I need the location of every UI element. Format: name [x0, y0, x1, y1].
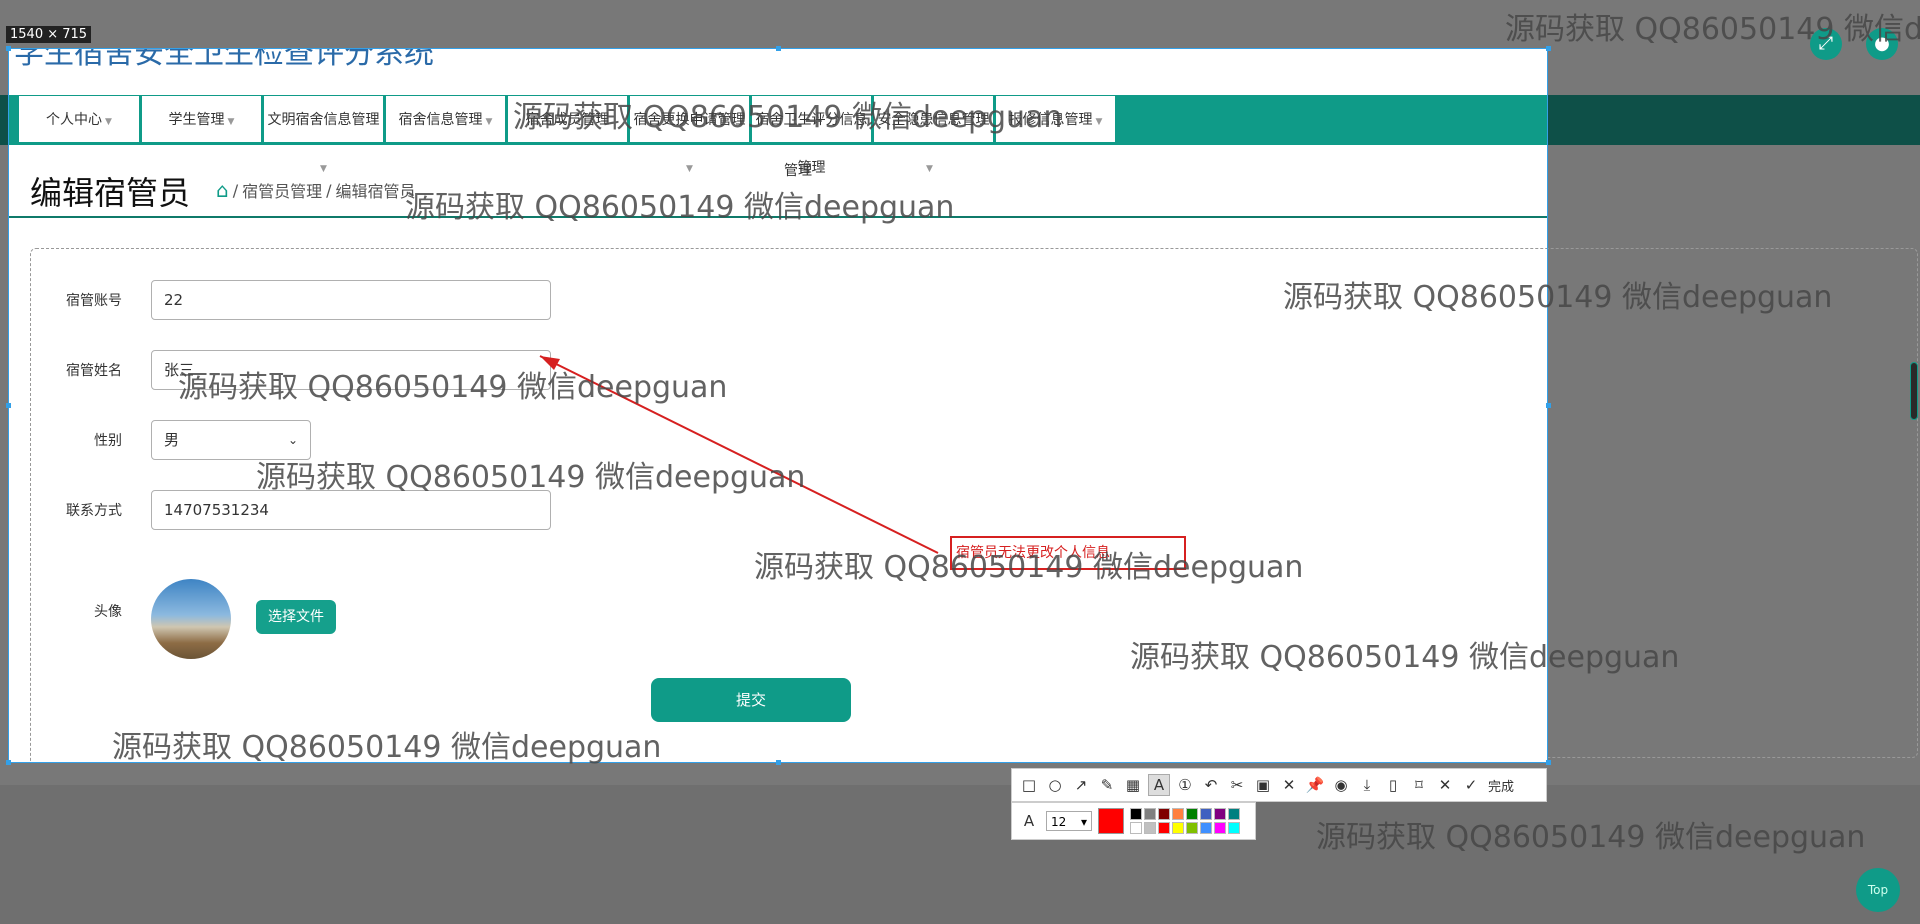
- font-icon: A: [1023, 812, 1035, 830]
- font-size-value: 12: [1051, 815, 1067, 829]
- check-icon[interactable]: ✓: [1460, 774, 1482, 796]
- number-marker-icon[interactable]: ①: [1174, 774, 1196, 796]
- color-swatch[interactable]: [1228, 822, 1240, 834]
- watermark: 源码获取 QQ86050149 微信deepguan: [112, 730, 662, 765]
- watermark: 源码获取 QQ86050149 微信deepguan: [1505, 12, 1920, 47]
- phone-icon[interactable]: ▯: [1382, 774, 1404, 796]
- text-style-toolbar: A 12 ▾: [1011, 802, 1256, 840]
- back-to-top-button[interactable]: Top: [1856, 868, 1900, 912]
- download-icon[interactable]: ⤓: [1356, 774, 1378, 796]
- watermark: 源码获取 QQ86050149 微信deepguan: [1316, 820, 1866, 855]
- undo-icon[interactable]: ↶: [1200, 774, 1222, 796]
- color-palette: [1130, 808, 1240, 834]
- resize-handle[interactable]: [6, 46, 11, 51]
- color-swatch[interactable]: [1158, 822, 1170, 834]
- pin-icon[interactable]: 📌: [1304, 774, 1326, 796]
- ocr-icon[interactable]: ▣: [1252, 774, 1274, 796]
- font-size-select[interactable]: 12 ▾: [1046, 811, 1092, 831]
- resize-handle[interactable]: [6, 760, 11, 765]
- watermark: 源码获取 QQ86050149 微信deepguan: [1130, 640, 1680, 675]
- mosaic-icon[interactable]: ▦: [1122, 774, 1144, 796]
- color-swatch[interactable]: [1228, 808, 1240, 820]
- resize-handle[interactable]: [1546, 403, 1551, 408]
- resize-handle[interactable]: [6, 403, 11, 408]
- watermark: 源码获取 QQ86050149 微信deepguan: [513, 100, 1063, 135]
- color-swatch[interactable]: [1144, 822, 1156, 834]
- screenshot-toolbar: □ ○ ↗ ✎ ▦ A ① ↶ ✂ ▣ ✕ 📌 ◉ ⤓ ▯ ⌑ ✕ ✓ 完成: [1011, 768, 1547, 802]
- ellipse-icon[interactable]: ○: [1044, 774, 1066, 796]
- color-swatch[interactable]: [1214, 822, 1226, 834]
- watermark: 源码获取 QQ86050149 微信deepguan: [178, 370, 728, 405]
- watermark: 源码获取 QQ86050149 微信deepguan: [1283, 280, 1833, 315]
- current-color-swatch[interactable]: [1098, 808, 1124, 834]
- color-swatch[interactable]: [1172, 808, 1184, 820]
- resize-handle[interactable]: [1546, 760, 1551, 765]
- text-icon[interactable]: A: [1148, 774, 1170, 796]
- chevron-down-icon: ▾: [1080, 815, 1087, 829]
- watermark: 源码获取 QQ86050149 微信deepguan: [405, 190, 955, 225]
- pen-icon[interactable]: ✎: [1096, 774, 1118, 796]
- resize-handle[interactable]: [776, 46, 781, 51]
- color-swatch[interactable]: [1200, 822, 1212, 834]
- watermark: 源码获取 QQ86050149 微信deepguan: [256, 460, 806, 495]
- scissors-icon[interactable]: ✂: [1226, 774, 1248, 796]
- color-swatch[interactable]: [1214, 808, 1226, 820]
- done-button[interactable]: 完成: [1488, 776, 1514, 795]
- translate-icon[interactable]: ✕: [1278, 774, 1300, 796]
- watermark: 源码获取 QQ86050149 微信deepguan: [754, 550, 1304, 585]
- record-icon[interactable]: ◉: [1330, 774, 1352, 796]
- color-swatch[interactable]: [1130, 808, 1142, 820]
- bookmark-icon[interactable]: ⌑: [1408, 774, 1430, 796]
- color-swatch[interactable]: [1200, 808, 1212, 820]
- color-swatch[interactable]: [1158, 808, 1170, 820]
- color-swatch[interactable]: [1186, 822, 1198, 834]
- close-icon[interactable]: ✕: [1434, 774, 1456, 796]
- color-swatch[interactable]: [1130, 822, 1142, 834]
- selection-size-badge: 1540 × 715: [6, 26, 92, 43]
- scrollbar-thumb[interactable]: [1910, 362, 1918, 420]
- arrow-icon[interactable]: ↗: [1070, 774, 1092, 796]
- rectangle-icon[interactable]: □: [1018, 774, 1040, 796]
- color-swatch[interactable]: [1186, 808, 1198, 820]
- resize-handle[interactable]: [776, 760, 781, 765]
- color-swatch[interactable]: [1144, 808, 1156, 820]
- color-swatch[interactable]: [1172, 822, 1184, 834]
